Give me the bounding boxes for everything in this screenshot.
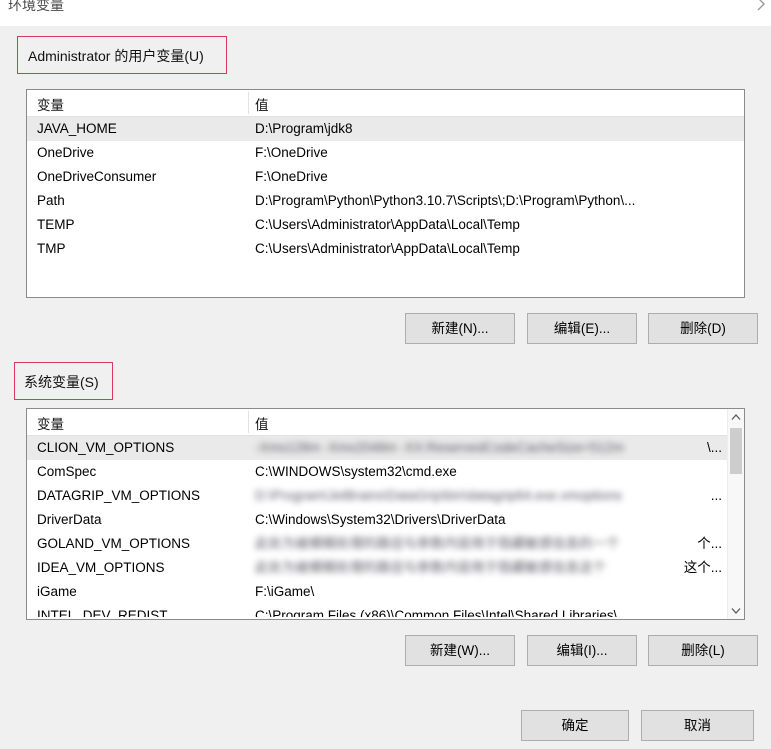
chevron-right-icon[interactable] — [753, 0, 769, 12]
user-delete-button[interactable]: 删除(D) — [648, 313, 758, 344]
column-divider[interactable] — [248, 411, 249, 433]
dialog-title: 环境变量 — [8, 0, 64, 13]
table-row[interactable]: ComSpec C:\WINDOWS\system32\cmd.exe — [27, 460, 744, 484]
system-variables-scrollbar[interactable] — [727, 409, 744, 619]
variable-value-cell: F:\OneDrive — [255, 169, 328, 184]
table-row[interactable]: TMP C:\Users\Administrator\AppData\Local\… — [27, 237, 744, 261]
system-variables-list[interactable]: 变量 值 CLION_VM_OPTIONS -Xms128m -Xmx2048m … — [26, 408, 745, 620]
variable-value-cell: D:\Program\jdk8 — [255, 121, 353, 136]
user-variables-list[interactable]: 变量 值 JAVA_HOME D:\Program\jdk8 OneDrive F:\… — [26, 89, 745, 298]
variable-value-cell: F:\iGame\ — [255, 584, 315, 599]
user-new-button[interactable]: 新建(N)... — [405, 313, 515, 344]
variable-name-cell: DATAGRIP_VM_OPTIONS — [37, 488, 201, 503]
variable-name-cell: INTEL_DEV_REDIST — [37, 608, 168, 617]
table-row[interactable]: JAVA_HOME D:\Program\jdk8 — [27, 117, 744, 141]
column-header-value[interactable]: 值 — [255, 413, 269, 433]
variable-value-cell: D:\Program\Python\Python3.10.7\Scripts\;… — [255, 193, 636, 208]
table-row[interactable]: Path D:\Program\Python\Python3.10.7\Scrip… — [27, 189, 744, 213]
variable-name-cell: OneDrive — [37, 145, 95, 160]
variable-name-cell: DriverData — [37, 512, 102, 527]
variable-value-cell: F:\OneDrive — [255, 145, 328, 160]
table-row[interactable]: OneDrive F:\OneDrive — [27, 141, 744, 165]
value-truncation-ellipsis: \... — [706, 440, 722, 455]
table-row[interactable]: CLION_VM_OPTIONS -Xms128m -Xmx2048m -XX:R… — [27, 436, 744, 460]
scrollbar-thumb[interactable] — [730, 428, 742, 474]
variable-value-cell: 此处为被模糊处理的路径与参数内容用于隐藏敏感信息的一个 — [255, 536, 620, 551]
table-row[interactable]: DriverData C:\Windows\System32\Drivers\Dr… — [27, 508, 744, 532]
column-header-variable[interactable]: 变量 — [37, 413, 64, 433]
variable-name-cell: JAVA_HOME — [37, 121, 117, 136]
variable-name-cell: GOLAND_VM_OPTIONS — [37, 536, 191, 551]
user-edit-button[interactable]: 编辑(E)... — [527, 313, 637, 344]
variable-name-cell: iGame — [37, 584, 77, 599]
variable-value-cell: C:\Users\Administrator\AppData\Local\Tem… — [255, 241, 520, 256]
variable-name-cell: TMP — [37, 241, 66, 256]
system-delete-button[interactable]: 删除(L) — [648, 635, 758, 666]
system-variables-header-row: 变量 值 — [27, 409, 744, 436]
environment-variables-dialog: 环境变量 Administrator 的用户变量(U) 变量 值 JAVA_HO… — [0, 0, 771, 749]
variable-value-cell: D:\Program\JetBrains\DataGrip\bin\datagr… — [255, 488, 622, 503]
table-row[interactable]: INTEL_DEV_REDIST C:\Program Files (x86)\C… — [27, 604, 744, 617]
value-truncation-ellipsis: ... — [710, 488, 722, 503]
table-row[interactable]: OneDriveConsumer F:\OneDrive — [27, 165, 744, 189]
variable-name-cell: CLION_VM_OPTIONS — [37, 440, 175, 455]
value-truncation-ellipsis: 个... — [697, 536, 722, 551]
column-divider[interactable] — [248, 92, 249, 114]
value-truncation-ellipsis: 这个... — [683, 560, 722, 575]
user-variables-label: Administrator 的用户变量(U) — [28, 48, 204, 64]
table-row[interactable]: TEMP C:\Users\Administrator\AppData\Local… — [27, 213, 744, 237]
user-variables-header-row: 变量 值 — [27, 90, 744, 117]
ok-button[interactable]: 确定 — [521, 710, 629, 741]
cancel-button[interactable]: 取消 — [641, 710, 754, 741]
chevron-down-icon[interactable] — [728, 602, 744, 619]
table-row[interactable]: DATAGRIP_VM_OPTIONS D:\Program\JetBrains\… — [27, 484, 744, 508]
variable-name-cell: Path — [37, 193, 65, 208]
variable-value-cell: -Xms128m -Xmx2048m -XX:ReservedCodeCache… — [255, 440, 624, 455]
variable-value-cell: C:\Program Files (x86)\Common Files\Inte… — [255, 608, 618, 617]
system-variables-rows: CLION_VM_OPTIONS -Xms128m -Xmx2048m -XX:R… — [27, 436, 744, 617]
variable-value-cell: C:\Windows\System32\Drivers\DriverData — [255, 512, 506, 527]
dialog-title-bar: 环境变量 — [0, 0, 771, 26]
variable-name-cell: OneDriveConsumer — [37, 169, 157, 184]
table-row[interactable]: GOLAND_VM_OPTIONS 此处为被模糊处理的路径与参数内容用于隐藏敏感信… — [27, 532, 744, 556]
variable-value-cell: 此处为被模糊处理的路径与参数内容用于隐藏敏感信息这个 — [255, 560, 606, 575]
variable-name-cell: IDEA_VM_OPTIONS — [37, 560, 165, 575]
variable-value-cell: C:\WINDOWS\system32\cmd.exe — [255, 464, 457, 479]
column-header-variable[interactable]: 变量 — [37, 94, 64, 114]
system-edit-button[interactable]: 编辑(I)... — [527, 635, 637, 666]
column-header-value[interactable]: 值 — [255, 94, 269, 114]
variable-name-cell: ComSpec — [37, 464, 97, 479]
chevron-up-icon[interactable] — [728, 409, 744, 426]
variable-name-cell: TEMP — [37, 217, 75, 232]
system-variables-label: 系统变量(S) — [24, 374, 99, 390]
variable-value-cell: C:\Users\Administrator\AppData\Local\Tem… — [255, 217, 520, 232]
system-new-button[interactable]: 新建(W)... — [405, 635, 515, 666]
table-row[interactable]: iGame F:\iGame\ — [27, 580, 744, 604]
user-variables-rows: JAVA_HOME D:\Program\jdk8 OneDrive F:\OneDr… — [27, 117, 744, 261]
table-row[interactable]: IDEA_VM_OPTIONS 此处为被模糊处理的路径与参数内容用于隐藏敏感信息这… — [27, 556, 744, 580]
